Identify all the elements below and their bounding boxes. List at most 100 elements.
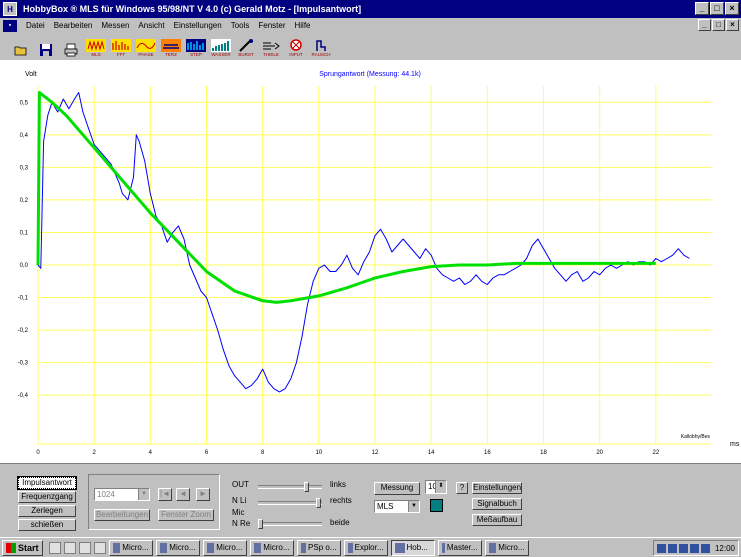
tray-icon[interactable]: [656, 543, 666, 553]
task-label: Micro...: [498, 542, 525, 552]
rauschen-button[interactable]: RAUSCH: [310, 37, 332, 57]
minimize-button[interactable]: _: [695, 2, 709, 15]
app-icon: [253, 542, 262, 553]
n-li-slider[interactable]: [258, 498, 322, 508]
title-bar[interactable]: H HobbyBox ® MLS für Windows 95/98/NT V …: [0, 0, 741, 18]
y-tick-label: 0,3: [20, 165, 29, 171]
task-label: Micro...: [122, 542, 149, 552]
document-icon[interactable]: ▪: [3, 19, 17, 32]
mls-button[interactable]: MLS: [85, 37, 107, 57]
signalbuch-button[interactable]: Signalbuch: [472, 498, 522, 510]
task-button[interactable]: Micro...: [202, 539, 247, 556]
desktop-icon[interactable]: [48, 541, 61, 554]
print-button[interactable]: [60, 37, 82, 57]
n-re-slider[interactable]: [258, 519, 322, 529]
start-button[interactable]: Start: [2, 539, 43, 556]
maximize-button[interactable]: □: [710, 2, 724, 15]
tray-icon[interactable]: [667, 543, 677, 553]
wasserfall-button[interactable]: WASSER: [210, 37, 232, 57]
series-line-simulation: [36, 91, 656, 304]
task-button[interactable]: Micro...: [108, 539, 153, 556]
ie-icon[interactable]: [63, 541, 76, 554]
color-indicator[interactable]: [430, 499, 443, 512]
help-button[interactable]: ?: [456, 482, 468, 494]
n-re-slider-thumb[interactable]: [258, 519, 263, 529]
channel-icon[interactable]: [93, 541, 106, 554]
fft-button[interactable]: FFT: [110, 37, 132, 57]
input-label: INPUT: [289, 51, 303, 57]
menu-tools[interactable]: Tools: [231, 21, 250, 30]
step-response-chart[interactable]: 0,5 0,4 0,3 0,2 0,1 0,0 -0,1 -0,2 -0,3 -0,4 0 2 4 6 8…: [0, 60, 741, 463]
prev-button[interactable]: ◄: [176, 488, 190, 501]
menu-ansicht[interactable]: Ansicht: [138, 21, 164, 30]
thiele-button[interactable]: THIELE: [260, 37, 282, 57]
phase-button[interactable]: PHASE: [135, 37, 157, 57]
next-button[interactable]: ►: [196, 488, 210, 501]
outlook-icon[interactable]: [78, 541, 91, 554]
doc-restore-button[interactable]: □: [712, 19, 725, 31]
task-button[interactable]: Master...: [437, 539, 482, 556]
task-label: PSp o...: [308, 542, 337, 552]
menu-fenster[interactable]: Fenster: [258, 21, 285, 30]
task-button[interactable]: Micro...: [249, 539, 294, 556]
tray-icon[interactable]: [689, 543, 699, 553]
doc-minimize-button[interactable]: _: [698, 19, 711, 31]
task-button[interactable]: PSp o...: [296, 539, 341, 556]
tray-icon[interactable]: [700, 543, 710, 553]
n-li-slider-thumb[interactable]: [316, 498, 321, 508]
x-tick-label: 4: [149, 450, 153, 456]
corner-note: Kallobhy/Bes: [681, 434, 711, 440]
task-button[interactable]: Micro...: [155, 539, 200, 556]
task-button[interactable]: Explor...: [343, 539, 388, 556]
quick-launch: [48, 541, 106, 554]
mls-icon: [86, 38, 106, 52]
out-slider[interactable]: [258, 482, 322, 492]
terz-button[interactable]: TERZ: [160, 37, 182, 57]
step-button[interactable]: STEP: [185, 37, 207, 57]
chart-area[interactable]: 0,5 0,4 0,3 0,2 0,1 0,0 -0,1 -0,2 -0,3 -0,4 0 2 4 6 8…: [0, 60, 741, 463]
chevron-down-icon: ▼: [138, 489, 149, 500]
signal-type-combo[interactable]: MLS ▼: [374, 500, 420, 513]
spin-icon[interactable]: ⬍: [435, 481, 446, 493]
first-button[interactable]: |◄: [158, 488, 172, 501]
series-line-messung: [37, 92, 690, 393]
save-button[interactable]: [35, 37, 57, 57]
hobbybox-app-icon[interactable]: H: [3, 2, 17, 16]
n-li-label: N Li: [232, 496, 247, 505]
terz-label: TERZ: [165, 51, 177, 57]
app-icon: [206, 542, 215, 553]
menu-hilfe[interactable]: Hilfe: [295, 21, 311, 30]
einstellungen-button[interactable]: Einstellungen: [472, 482, 522, 494]
task-label: Micro...: [263, 542, 290, 552]
chart-title: Sprungantwort (Messung: 44.1k): [319, 71, 421, 78]
fenster-zoom-button[interactable]: Fenster Zoom: [158, 509, 214, 521]
app-icon: [488, 542, 497, 553]
messaufbau-button[interactable]: Meßaufbau: [472, 514, 522, 526]
counter-spinner[interactable]: 10 ⬍: [425, 480, 447, 494]
impulsantwort-button[interactable]: Impulsantwort: [17, 476, 77, 490]
x-tick-label: 0: [36, 450, 40, 456]
app-icon: [112, 542, 121, 553]
menu-bearbeiten[interactable]: Bearbeiten: [54, 21, 93, 30]
menu-einstellungen[interactable]: Einstellungen: [174, 21, 222, 30]
messung-button[interactable]: Messung: [374, 482, 420, 495]
close-button[interactable]: ×: [725, 2, 739, 15]
task-button-active[interactable]: Hob...: [390, 539, 435, 556]
beide-label: beide: [330, 518, 350, 527]
window-title: HobbyBox ® MLS für Windows 95/98/NT V 4.…: [23, 4, 362, 14]
menu-datei[interactable]: Datei: [26, 21, 45, 30]
toolbar: MLS FFT PHASE TERZ STEP WASSER BURST THI…: [0, 33, 741, 60]
out-slider-thumb[interactable]: [304, 482, 309, 492]
doc-close-button[interactable]: ×: [726, 19, 739, 31]
menu-messen[interactable]: Messen: [101, 21, 129, 30]
zerlegen-button[interactable]: Zerlegen: [18, 505, 76, 517]
frequenzgang-button[interactable]: Frequenzgang: [18, 491, 76, 503]
open-button[interactable]: [10, 37, 32, 57]
tray-icon[interactable]: [678, 543, 688, 553]
bearbeitungen-button[interactable]: Bearbeitungen: [94, 509, 150, 521]
task-button[interactable]: Micro...: [484, 539, 529, 556]
burst-button[interactable]: BURST: [235, 37, 257, 57]
fft-size-combo[interactable]: 1024 ▼: [94, 488, 150, 501]
schiessen-button[interactable]: schießen: [18, 519, 76, 531]
input-button[interactable]: INPUT: [285, 37, 307, 57]
